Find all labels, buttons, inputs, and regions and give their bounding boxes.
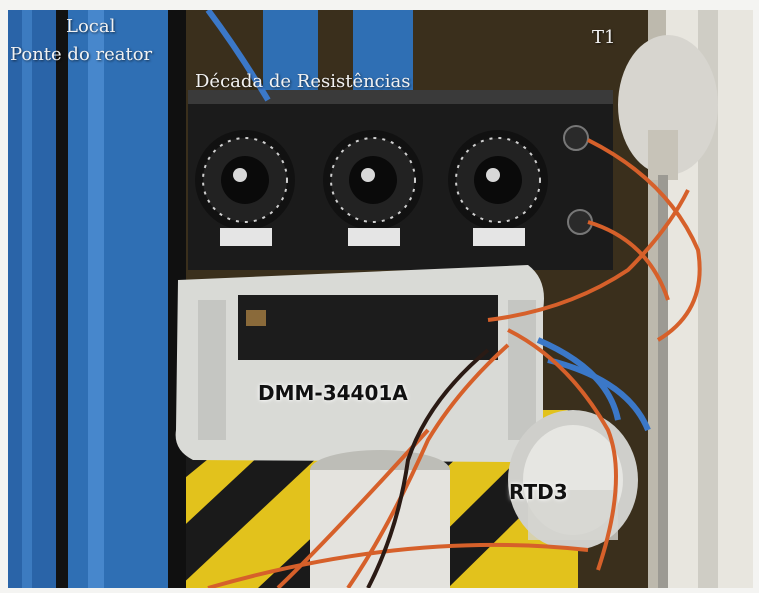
photograph: Local Ponte do reator Década de Resistên… bbox=[8, 10, 753, 588]
t1-label: T1 bbox=[592, 27, 616, 48]
local-label: Local bbox=[66, 16, 116, 37]
ponte-label: Ponte do reator bbox=[10, 44, 153, 65]
decada-label: Década de Resistências bbox=[195, 71, 411, 92]
dmm-label: DMM-34401A bbox=[258, 381, 408, 405]
image-frame: Local Ponte do reator Década de Resistên… bbox=[0, 0, 759, 593]
rtd3-label: RTD3 bbox=[509, 480, 568, 504]
photo-scene bbox=[8, 10, 753, 588]
resistance-decade bbox=[188, 90, 613, 270]
